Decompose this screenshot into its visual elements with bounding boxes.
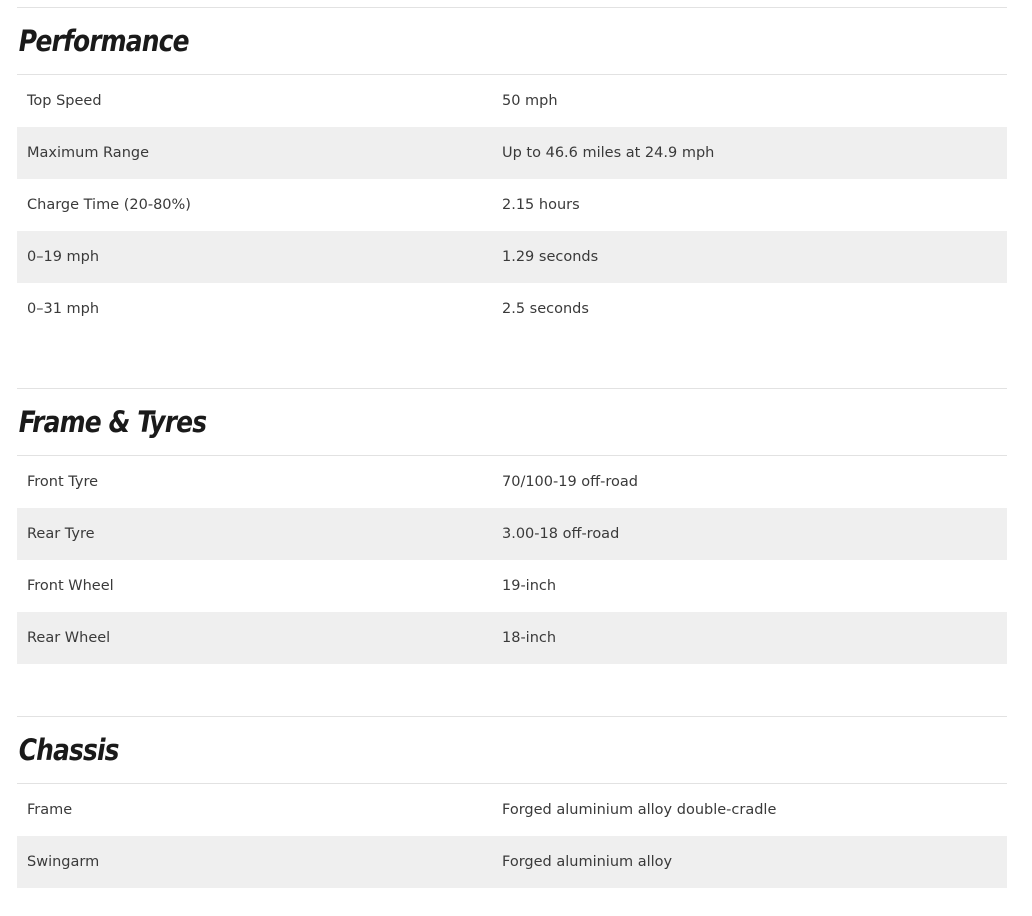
section-performance: Performance Top Speed 50 mph Maximum Ran… xyxy=(17,7,1007,335)
spec-label: Rear Tyre xyxy=(27,526,95,542)
spec-label: Top Speed xyxy=(27,93,102,109)
spec-row: Rear Tyre 3.00-18 off-road xyxy=(17,508,1007,560)
spec-label: Frame xyxy=(27,802,73,818)
spec-label: Swingarm xyxy=(27,854,100,870)
spec-value: 3.00-18 off-road xyxy=(502,526,620,542)
spec-label: 0–19 mph xyxy=(27,249,100,265)
spec-value: 50 mph xyxy=(502,93,558,109)
spec-row: Front Wheel 19-inch xyxy=(17,560,1007,612)
spec-label: Maximum Range xyxy=(27,145,150,161)
spec-value: 1.29 seconds xyxy=(502,249,599,265)
spec-row: Swingarm Forged aluminium alloy xyxy=(17,836,1007,888)
spec-value: 19-inch xyxy=(502,578,557,594)
spec-table: Front Tyre 70/100-19 off-road Rear Tyre … xyxy=(17,456,1007,664)
spec-row: Rear Wheel 18-inch xyxy=(17,612,1007,664)
section-header: Chassis xyxy=(17,716,1007,784)
spec-row: Frame Forged aluminium alloy double-crad… xyxy=(17,784,1007,836)
spec-row: 0–31 mph 2.5 seconds xyxy=(17,283,1007,335)
spec-value: Forged aluminium alloy xyxy=(502,854,673,870)
section-chassis: Chassis Frame Forged aluminium alloy dou… xyxy=(17,716,1007,888)
section-header: Frame & Tyres xyxy=(17,388,1007,456)
section-title: Chassis xyxy=(18,732,120,767)
spec-row: Top Speed 50 mph xyxy=(17,75,1007,127)
section-title: Frame & Tyres xyxy=(18,404,207,439)
spec-label: Rear Wheel xyxy=(27,630,111,646)
spec-value: 18-inch xyxy=(502,630,557,646)
spec-table: Frame Forged aluminium alloy double-crad… xyxy=(17,784,1007,888)
spec-row: Front Tyre 70/100-19 off-road xyxy=(17,456,1007,508)
spec-value: 70/100-19 off-road xyxy=(502,474,639,490)
section-title: Performance xyxy=(18,23,190,58)
spec-value: 2.15 hours xyxy=(502,197,580,213)
spec-label: 0–31 mph xyxy=(27,301,100,317)
spec-label: Charge Time (20-80%) xyxy=(27,197,191,213)
section-frame-tyres: Frame & Tyres Front Tyre 70/100-19 off-r… xyxy=(17,388,1007,664)
spec-label: Front Wheel xyxy=(27,578,114,594)
spec-row: Maximum Range Up to 46.6 miles at 24.9 m… xyxy=(17,127,1007,179)
spec-value: Forged aluminium alloy double-cradle xyxy=(502,802,777,818)
spec-row: 0–19 mph 1.29 seconds xyxy=(17,231,1007,283)
spec-table: Top Speed 50 mph Maximum Range Up to 46.… xyxy=(17,75,1007,335)
spec-row: Charge Time (20-80%) 2.15 hours xyxy=(17,179,1007,231)
spec-value: 2.5 seconds xyxy=(502,301,589,317)
section-header: Performance xyxy=(17,7,1007,75)
spec-value: Up to 46.6 miles at 24.9 mph xyxy=(502,145,715,161)
spec-label: Front Tyre xyxy=(27,474,99,490)
